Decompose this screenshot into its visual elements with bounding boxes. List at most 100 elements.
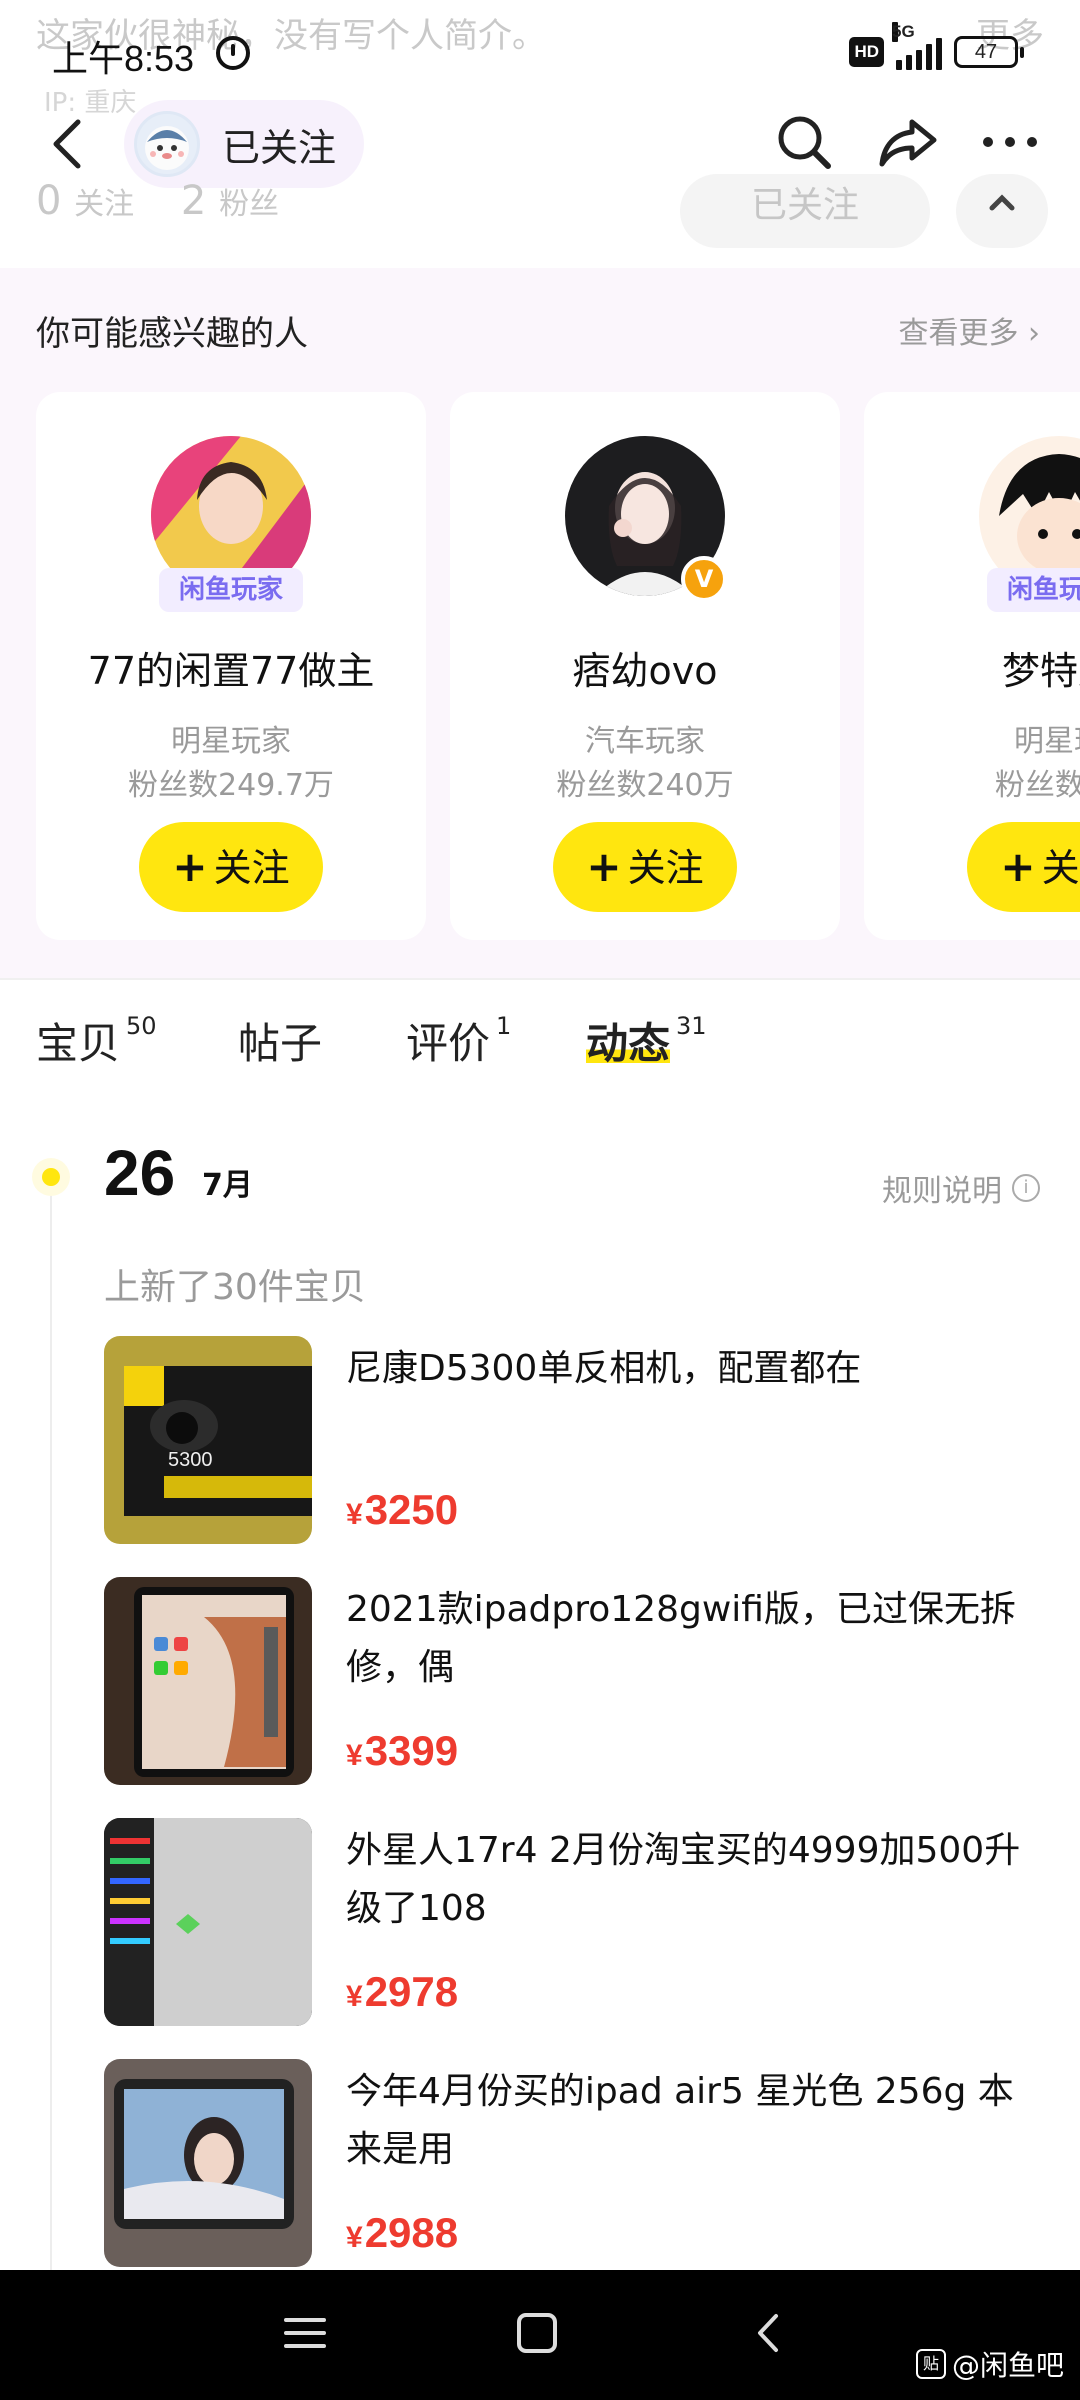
tab-label: 帖子 — [238, 1019, 323, 1068]
rules-label: 规则说明 — [882, 1174, 1002, 1209]
card-fans-count: 粉丝数249.7万 — [128, 768, 334, 803]
follow-label: 关注 — [1041, 846, 1080, 890]
menu-icon — [284, 2318, 326, 2348]
home-button[interactable] — [514, 2310, 560, 2360]
following-label: 关注 — [74, 187, 135, 222]
price-value: 3399 — [364, 1727, 459, 1774]
list-item[interactable]: 2021款ipadpro128gwifi版，已过保无拆修，偶 ¥3399 — [104, 1577, 1054, 1785]
status-bar: 上午8:53 HD 5G 47 — [0, 0, 1080, 100]
collapse-button[interactable] — [956, 174, 1048, 248]
product-title: 2021款ipadpro128gwifi版，已过保无拆修，偶 — [346, 1589, 1016, 1688]
hd-icon: HD — [849, 37, 884, 67]
product-thumbnail — [104, 1818, 312, 2026]
tab-count: 50 — [126, 1012, 157, 1040]
timeline-dot — [32, 1158, 70, 1196]
card-user-role: 明星玩 — [1014, 724, 1080, 759]
product-title: 外星人17r4 2月份淘宝买的4999加500升级了108 — [346, 1830, 1021, 1929]
currency-symbol: ¥ — [346, 2221, 363, 2254]
system-back-button[interactable] — [746, 2310, 792, 2360]
tab-count: 1 — [496, 1012, 512, 1040]
watermark-text: @闲鱼吧 — [951, 2349, 1064, 2382]
card-user-role: 汽车玩家 — [585, 724, 705, 759]
more-options-button[interactable] — [978, 110, 1042, 174]
info-icon: i — [1012, 1174, 1040, 1202]
player-badge: 闲鱼玩家 — [987, 568, 1080, 612]
back-arrow-icon — [53, 119, 81, 169]
alarm-icon — [216, 36, 250, 70]
card-fans-count: 粉丝数19 — [994, 768, 1080, 803]
timeline-day: 26 — [104, 1137, 176, 1209]
list-item[interactable]: 今年4月份买的ipad air5 星光色 256g 本来是用 ¥2988 — [104, 2059, 1054, 2267]
tab-activity[interactable]: 动态 31 — [586, 1010, 707, 1071]
follow-counts: 0 关注 2 粉丝 — [36, 178, 313, 224]
menu-button[interactable] — [282, 2310, 328, 2360]
search-icon — [778, 116, 831, 169]
currency-symbol: ¥ — [346, 1739, 363, 1772]
share-icon — [879, 119, 937, 167]
list-item[interactable]: 5300 尼康D5300单反相机，配置都在 ¥3250 — [104, 1336, 1054, 1544]
home-square-icon — [517, 2313, 557, 2353]
follow-button[interactable]: +关注 — [139, 822, 323, 912]
tab-items[interactable]: 宝贝 50 — [36, 1010, 157, 1071]
following-count: 0 — [36, 178, 62, 224]
product-price: ¥3250 — [346, 1486, 458, 1534]
recommend-card[interactable]: V 痞幼ovo 汽车玩家 粉丝数240万 + 关注 — [450, 392, 840, 940]
watermark: 贴 @闲鱼吧 — [915, 2344, 1064, 2384]
product-thumbnail — [104, 1577, 312, 1785]
list-item[interactable]: 外星人17r4 2月份淘宝买的4999加500升级了108 ¥2978 — [104, 1818, 1054, 2026]
recommended-people-section: 你可能感兴趣的人 查看更多 › 闲鱼玩家 77的闲置77做主 明星玩家 粉丝数2… — [0, 268, 1080, 978]
product-thumbnail: 5300 — [104, 1336, 312, 1544]
recommend-card[interactable]: 闲鱼玩家 梦特娇 明星玩 粉丝数19 +关注 — [864, 392, 1080, 940]
tab-count: 31 — [676, 1012, 707, 1040]
plus-icon: + — [1000, 842, 1036, 891]
svg-text:5300: 5300 — [168, 1449, 213, 1471]
chevron-up-icon — [989, 194, 1015, 211]
timeline-line — [50, 1190, 52, 2270]
product-price: ¥3399 — [346, 1727, 458, 1775]
battery-icon: 47 — [954, 36, 1024, 68]
follow-state-button[interactable]: 已关注 — [680, 174, 930, 248]
network-type: 5G — [892, 22, 915, 42]
follow-button[interactable]: +关注 — [967, 822, 1080, 912]
see-more-label: 查看更多 — [898, 316, 1019, 351]
content-tabs: 宝贝 50 帖子 评价 1 动态 31 — [0, 978, 1080, 1094]
tab-label: 评价 — [406, 1019, 491, 1068]
user-avatar — [134, 111, 200, 177]
share-button[interactable] — [876, 110, 940, 174]
followed-label: 已关注 — [222, 125, 337, 170]
card-user-role: 明星玩家 — [171, 724, 291, 759]
card-user-name: 梦特娇 — [1001, 649, 1080, 693]
price-value: 2978 — [364, 1968, 459, 2015]
more-dots-icon — [983, 137, 1037, 147]
product-price: ¥2988 — [346, 2209, 458, 2257]
back-button[interactable] — [40, 114, 100, 174]
card-user-name: 77的闲置77做主 — [87, 649, 375, 693]
recommend-card[interactable]: 闲鱼玩家 77的闲置77做主 明星玩家 粉丝数249.7万 + 关注 — [36, 392, 426, 940]
tab-posts[interactable]: 帖子 — [238, 1010, 328, 1071]
card-fans-count: 粉丝数240万 — [556, 768, 734, 803]
new-items-summary: 上新了30件宝贝 — [104, 1267, 366, 1308]
signal-icon: 5G — [892, 22, 942, 70]
currency-symbol: ¥ — [346, 1980, 363, 2013]
price-value: 3250 — [364, 1486, 459, 1533]
see-more-link[interactable]: 查看更多 › — [898, 308, 1040, 352]
fans-count: 2 — [180, 178, 207, 224]
follow-label: 关注 — [627, 846, 704, 890]
card-user-name: 痞幼ovo — [572, 649, 718, 693]
watermark-logo: 贴 — [915, 2349, 946, 2379]
fans-label: 粉丝 — [219, 187, 280, 222]
product-thumbnail — [104, 2059, 312, 2267]
product-title: 今年4月份买的ipad air5 星光色 256g 本来是用 — [346, 2071, 1014, 2170]
tab-label: 宝贝 — [36, 1019, 121, 1068]
tab-label: 动态 — [586, 1019, 671, 1068]
followed-user-pill[interactable]: 已关注 — [124, 100, 364, 188]
rules-link[interactable]: 规则说明 i — [882, 1166, 1040, 1210]
verified-icon: V — [681, 556, 727, 602]
currency-symbol: ¥ — [346, 1498, 363, 1531]
follow-button[interactable]: +关注 — [553, 822, 737, 912]
status-time: 上午8:53 — [52, 38, 195, 79]
chevron-right-icon: › — [1028, 316, 1040, 351]
follow-label: 关注 — [213, 846, 290, 890]
search-button[interactable] — [772, 110, 836, 174]
tab-reviews[interactable]: 评价 1 — [406, 1010, 511, 1071]
